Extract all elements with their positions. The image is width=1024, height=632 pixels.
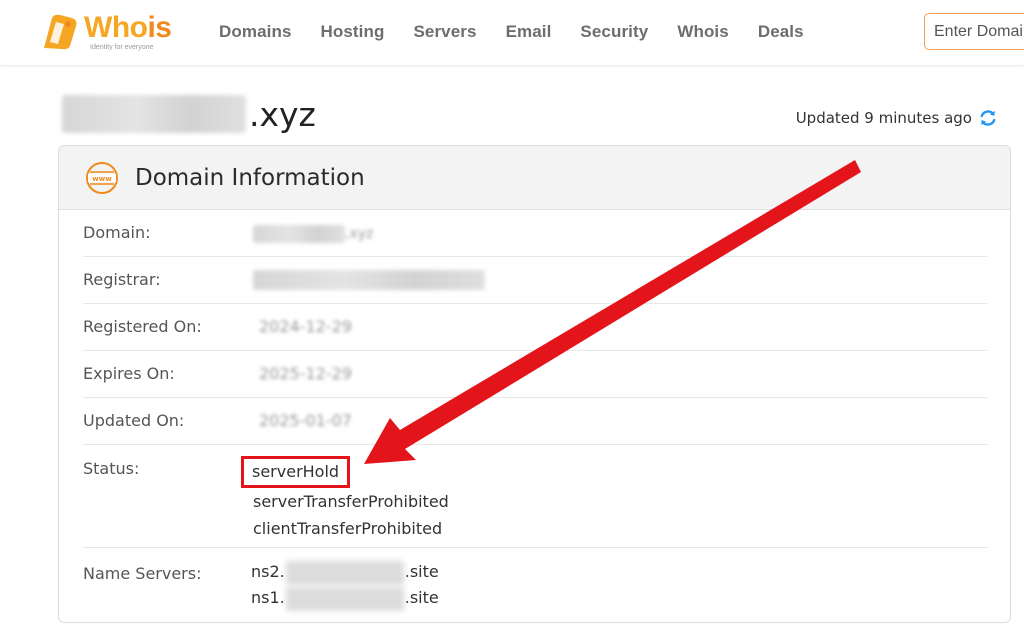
row-name-servers: Name Servers: ns2. .site ns1. .site bbox=[83, 548, 987, 622]
nav-item-whois[interactable]: Whois bbox=[677, 20, 729, 44]
nav-item-deals[interactable]: Deals bbox=[758, 20, 804, 44]
expires-on-value: 2025-12-29 bbox=[259, 364, 352, 383]
redacted-registrar bbox=[253, 270, 485, 290]
registrar-label: Registrar: bbox=[83, 270, 161, 289]
last-updated: Updated 9 minutes ago bbox=[796, 108, 998, 128]
www-globe-icon: www bbox=[86, 161, 118, 194]
domain-information-panel: www Domain Information Domain: .xyz Regi… bbox=[58, 145, 1011, 623]
logo-wordmark: Whois bbox=[84, 11, 172, 44]
name-server-ns2: ns2. .site bbox=[251, 559, 439, 585]
panel-title: Domain Information bbox=[135, 164, 365, 191]
row-updated-on: Updated On: 2025-01-07 bbox=[83, 398, 987, 445]
ns1-prefix: ns1. bbox=[251, 588, 285, 607]
domain-extension: .xyz bbox=[249, 94, 316, 134]
domain-title: .xyz bbox=[62, 92, 316, 136]
status-label: Status: bbox=[83, 459, 140, 478]
updated-on-value: 2025-01-07 bbox=[259, 411, 352, 430]
whois-logo[interactable]: Whois Identity for everyone bbox=[38, 10, 188, 56]
expires-on-label: Expires On: bbox=[83, 364, 175, 383]
logo-mark-icon bbox=[44, 14, 77, 50]
status-list: serverHold serverTransferProhibited clie… bbox=[241, 456, 449, 542]
row-domain: Domain: .xyz bbox=[83, 210, 987, 257]
domain-value-ext: .xyz bbox=[345, 226, 374, 242]
row-expires-on: Expires On: 2025-12-29 bbox=[83, 351, 987, 398]
nav-item-servers[interactable]: Servers bbox=[413, 20, 476, 44]
status-item: serverHold bbox=[241, 456, 449, 488]
status-item: clientTransferProhibited bbox=[253, 519, 443, 538]
ns2-suffix: .site bbox=[404, 562, 439, 581]
domain-value: .xyz bbox=[253, 223, 373, 243]
status-item: serverTransferProhibited bbox=[253, 492, 449, 511]
nav-item-security[interactable]: Security bbox=[580, 20, 648, 44]
status-server-hold: serverHold bbox=[241, 456, 351, 488]
registered-on-label: Registered On: bbox=[83, 317, 202, 336]
ns2-prefix: ns2. bbox=[251, 562, 285, 581]
name-servers-label: Name Servers: bbox=[83, 564, 202, 583]
domain-label: Domain: bbox=[83, 223, 151, 242]
main-menu: Domains Hosting Servers Email Security W… bbox=[219, 20, 833, 44]
redacted-ns2 bbox=[285, 560, 404, 585]
nav-item-domains[interactable]: Domains bbox=[219, 20, 292, 44]
row-status: Status: serverHold serverTransferProhibi… bbox=[83, 445, 987, 548]
panel-header: www Domain Information bbox=[59, 146, 1010, 210]
row-registered-on: Registered On: 2024-12-29 bbox=[83, 304, 987, 351]
registrar-value bbox=[253, 270, 485, 294]
registered-on-value: 2024-12-29 bbox=[259, 317, 352, 336]
name-server-ns1: ns1. .site bbox=[251, 585, 439, 611]
logo-tagline: Identity for everyone bbox=[90, 44, 154, 51]
ns1-suffix: .site bbox=[404, 588, 439, 607]
refresh-icon[interactable] bbox=[978, 108, 998, 128]
last-updated-text: Updated 9 minutes ago bbox=[795, 109, 972, 127]
nav-item-email[interactable]: Email bbox=[506, 20, 552, 44]
updated-on-label: Updated On: bbox=[83, 411, 185, 430]
name-servers-list: ns2. .site ns1. .site bbox=[251, 559, 439, 611]
top-navigation: Whois Identity for everyone Domains Host… bbox=[0, 0, 1024, 66]
redacted-domain-name bbox=[62, 95, 246, 133]
redacted-ns1 bbox=[285, 586, 404, 611]
svg-text:www: www bbox=[92, 175, 112, 183]
row-registrar: Registrar: bbox=[83, 257, 987, 304]
nav-item-hosting[interactable]: Hosting bbox=[321, 20, 385, 44]
redacted-domain bbox=[253, 224, 345, 243]
domain-search-input[interactable] bbox=[924, 13, 1024, 50]
